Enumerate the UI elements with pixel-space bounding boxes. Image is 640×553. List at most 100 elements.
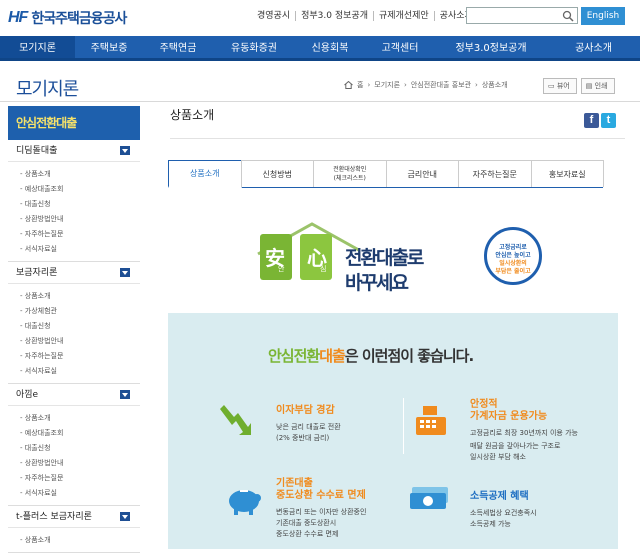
sidebar-item[interactable]: - 대출신청 [20, 441, 140, 456]
sidebar-item[interactable]: - 상환방법안내 [20, 212, 140, 227]
facebook-icon[interactable]: f [584, 113, 599, 128]
benefits-panel: 안심전환대출은 이런점이 좋습니다. 이자부담 경감 낮은 금리 대출로 전환 … [168, 313, 618, 549]
breadcrumb-separator: › [367, 81, 371, 89]
sidebar-item[interactable]: - 예상대출조회 [20, 182, 140, 197]
sidebar-group-title: t-플러스 보금자리론 [16, 512, 92, 522]
doc-icon: ▭ [548, 82, 555, 90]
badge-line: 일시상환의 [499, 260, 527, 267]
sidebar-group: 디딤돌대출 - 상품소개 - 예상대출조회 - 대출신청 - 상환방법안내 - … [8, 140, 140, 262]
feature-desc: 소득공제 가능 [470, 520, 511, 528]
tab-product-intro[interactable]: 상품소개 [168, 160, 242, 188]
tab-interest-rates[interactable]: 금리안내 [385, 160, 459, 187]
feature-title: 안정적 가계자금 운용가능 [470, 399, 548, 422]
chevron-down-icon[interactable] [120, 268, 130, 277]
sidebar-item[interactable]: - 자주하는질문 [20, 471, 140, 486]
piggy-bank-icon [229, 490, 261, 515]
badge-line: 안심은 높이고 [495, 252, 531, 259]
breadcrumb-home[interactable]: 홈 [357, 80, 363, 90]
nav-securities[interactable]: 유동화증권 [213, 36, 295, 58]
sidebar-item[interactable]: - 대출신청 [20, 319, 140, 334]
search-input[interactable] [466, 7, 578, 24]
nav-housing-guarantee[interactable]: 주택보증 [75, 36, 143, 58]
home-icon [344, 81, 353, 89]
sidebar-item[interactable]: - 서식자료실 [20, 242, 140, 257]
print-label: 인쇄 [594, 82, 608, 90]
util-link-regulation[interactable]: 규제개선제안 [372, 11, 434, 21]
chevron-down-icon[interactable] [120, 146, 130, 155]
tab-eligibility-check[interactable]: 전환대상확인 (체크리스트) [313, 160, 387, 187]
title-part: 전환 [293, 347, 321, 365]
feature-title: 이자부담 경감 [276, 405, 335, 416]
sidebar-item[interactable]: - 서식자료실 [20, 486, 140, 501]
sidebar-item[interactable]: - 상환방법안내 [20, 334, 140, 349]
main-nav: 모기지론 주택보증 주택연금 유동화증권 신용회복 고객센터 정부3.0정보공개… [0, 36, 640, 61]
print-icon: ▤ [585, 82, 593, 90]
feature-desc: 기존대출 중도상환시 [276, 519, 337, 527]
sidebar-group-bogeumjari[interactable]: 보금자리론 [8, 262, 140, 284]
sidebar-item[interactable]: - 상품소개 [20, 289, 140, 304]
logo-name: 한국주택금융공사 [31, 11, 127, 27]
nav-mortgage[interactable]: 모기지론 [0, 36, 75, 58]
sidebar-current-product[interactable]: 안심전환대출 [8, 106, 140, 140]
breadcrumb-promo[interactable]: 안심전환대출 홍보관 [411, 80, 471, 90]
sidebar-item[interactable]: - 상환방법안내 [20, 456, 140, 471]
breadcrumb-mortgage[interactable]: 모기지론 [374, 80, 400, 90]
chevron-down-icon[interactable] [120, 390, 130, 399]
tab-how-to-apply[interactable]: 신청방법 [240, 160, 314, 187]
sidebar-item[interactable]: - 가상체험관 [20, 304, 140, 319]
sidebar-item[interactable]: - 자주하는질문 [20, 349, 140, 364]
sidebar-group: 보금자리론 - 상품소개 - 가상체험관 - 대출신청 - 상환방법안내 - 자… [8, 262, 140, 384]
sns-share: f t [584, 113, 616, 128]
site-logo[interactable]: HF 한국주택금융공사 [8, 8, 127, 28]
breadcrumb: 홈 › 모기지론 › 안심전환대출 홍보관 › 상품소개 [344, 80, 508, 90]
sidebar-item[interactable]: - 상품소개 [20, 533, 140, 548]
banner-sim-reading: 심 [320, 265, 327, 273]
sidebar-group-title: 보금자리론 [16, 268, 58, 278]
banner-an-reading: 안 [278, 265, 285, 273]
banner-badge: 고정금리로 안심은 높이고 일시상환의 부담은 줄이고 [484, 227, 542, 285]
feature-desc: 일시상환 부담 해소 [470, 453, 526, 461]
sidebar-group-didimdol[interactable]: 디딤돌대출 [8, 140, 140, 162]
nav-about[interactable]: 공사소개 [547, 36, 640, 58]
sidebar-item[interactable]: - 상품소개 [20, 167, 140, 182]
promo-banner: 安 안 心 심 전환대출로 바꾸세요 고정금리로 안심은 높이고 일시상환의 부… [250, 220, 550, 300]
util-link-disclosure[interactable]: 경영공시 [252, 11, 295, 21]
nav-reverse-mortgage[interactable]: 주택연금 [143, 36, 213, 58]
chevron-down-icon[interactable] [120, 512, 130, 521]
page-tools: ▭ 뷰어 ▤ 인쇄 [543, 78, 615, 94]
feature-desc: 고정금리로 최장 30년까지 이용 가능 [470, 429, 578, 437]
viewer-button[interactable]: ▭ 뷰어 [543, 78, 577, 94]
viewer-label: 뷰어 [556, 82, 570, 90]
money-stack-icon [410, 487, 448, 509]
sidebar-group: 아낌e - 상품소개 - 예상대출조회 - 대출신청 - 상환방법안내 - 자주… [8, 384, 140, 506]
tab-faq[interactable]: 자주하는질문 [458, 160, 532, 187]
sidebar-group-title: 아낌e [16, 390, 39, 400]
feature-stable-finance: 안정적 가계자금 운용가능 고정금리로 최장 30년까지 이용 가능 매달 원금… [470, 399, 578, 463]
feature-title: 기존대출 중도상환 수수료 면제 [276, 478, 366, 501]
english-button[interactable]: English [581, 7, 625, 25]
nav-credit-recovery[interactable]: 신용회복 [295, 36, 365, 58]
feature-title: 소득공제 혜택 [470, 491, 529, 502]
sidebar-item[interactable]: - 자주하는질문 [20, 227, 140, 242]
sidebar-item[interactable]: - 상품소개 [20, 411, 140, 426]
nav-gov30[interactable]: 정부3.0정보공개 [435, 36, 547, 58]
divider [170, 138, 625, 139]
tab-promo-materials[interactable]: 홍보자료실 [530, 160, 604, 187]
sidebar-item[interactable]: - 예상대출조회 [20, 426, 140, 441]
util-link-gov30[interactable]: 정부3.0 정보공개 [295, 11, 373, 21]
sidebar-item[interactable]: - 대출신청 [20, 197, 140, 212]
sidebar-item[interactable]: - 서식자료실 [20, 364, 140, 379]
feature-interest-reduction: 이자부담 경감 낮은 금리 대출로 전환 (2% 중반대 금리) [276, 405, 341, 444]
badge-line: 고정금리로 [499, 244, 527, 251]
feature-desc: (2% 중반대 금리) [276, 434, 330, 442]
sidebar-group-t-plus[interactable]: t-플러스 보금자리론 [8, 506, 140, 528]
feature-tax-deduction: 소득공제 혜택 소득세법상 요건충족시 소득공제 가능 [470, 491, 537, 530]
feature-desc: 매달 원금을 갚아나가는 구조로 [470, 442, 561, 450]
utility-links: 경영공시 정부3.0 정보공개 규제개선제안 공사소개 [252, 11, 478, 21]
twitter-icon[interactable]: t [601, 113, 616, 128]
sidebar-group-akkim-e[interactable]: 아낌e [8, 384, 140, 406]
print-button[interactable]: ▤ 인쇄 [580, 78, 615, 94]
feature-desc: 변동금리 또는 이자만 상환중인 [276, 508, 367, 516]
nav-customer-center[interactable]: 고객센터 [365, 36, 435, 58]
search-icon[interactable] [561, 9, 575, 22]
